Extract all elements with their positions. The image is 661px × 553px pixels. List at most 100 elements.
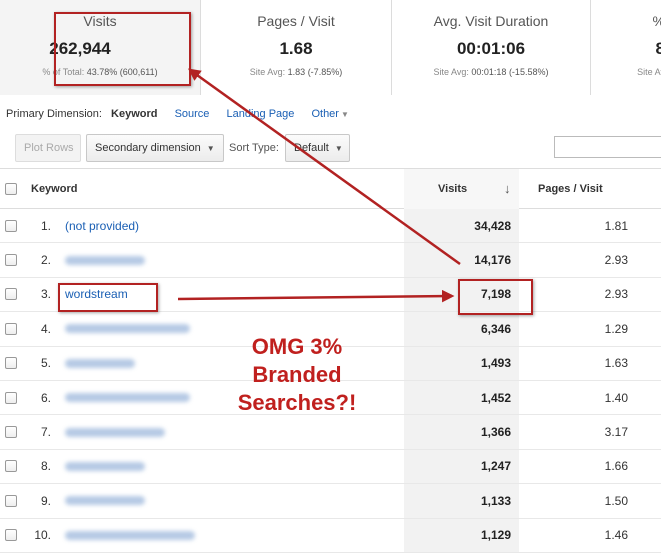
- blurred-keyword[interactable]: [65, 427, 165, 437]
- toolbar: Plot Rows Secondary dimension ▼ Sort Type…: [0, 131, 661, 167]
- keyword-link[interactable]: (not provided): [65, 219, 139, 233]
- pages-per-visit-cell: 1.29: [604, 321, 628, 336]
- visits-cell: 1,133: [404, 484, 519, 518]
- keyword-cell: [65, 450, 145, 483]
- row-number: 8.: [40, 459, 51, 474]
- metric-pages-per-visit[interactable]: Pages / Visit 1.68 Site Avg: 1.83 (-7.85…: [201, 0, 391, 95]
- sort-type-value: Default: [294, 142, 329, 154]
- blurred-keyword[interactable]: [65, 461, 145, 471]
- caret-down-icon: ▼: [334, 144, 343, 153]
- table-row: 2. 14,176 2.93: [0, 243, 661, 278]
- caret-down-icon: ▼: [206, 144, 215, 153]
- select-all-checkbox[interactable]: [5, 183, 17, 195]
- pages-per-visit-cell: 1.46: [604, 528, 628, 543]
- sort-type-dropdown[interactable]: Default ▼: [285, 134, 350, 162]
- blurred-keyword[interactable]: [65, 393, 190, 403]
- row-number: 6.: [40, 390, 51, 405]
- row-checkbox[interactable]: [5, 529, 17, 542]
- metric-value: 1.68: [279, 39, 313, 58]
- highlight-box-visits-value: [458, 279, 533, 315]
- dimension-keyword[interactable]: Keyword: [111, 108, 157, 120]
- row-checkbox[interactable]: [5, 391, 17, 404]
- row-checkbox-cell: [5, 415, 17, 448]
- metric-title: Avg. Visit Duration: [433, 13, 549, 29]
- primary-dimension-label: Primary Dimension:: [6, 108, 102, 120]
- row-number: 5.: [40, 356, 51, 371]
- dimension-other-dropdown[interactable]: Other ▼: [311, 108, 362, 120]
- row-checkbox[interactable]: [5, 357, 17, 370]
- pages-per-visit-cell: 1.66: [604, 459, 628, 474]
- row-checkbox-cell: [5, 484, 17, 517]
- header-visits-label: Visits: [438, 183, 468, 195]
- blurred-keyword[interactable]: [65, 530, 195, 540]
- blurred-keyword[interactable]: [65, 255, 145, 265]
- keyword-cell: [65, 312, 190, 345]
- visits-cell: 1,366: [404, 415, 519, 449]
- table-search-input[interactable]: [554, 136, 661, 158]
- row-checkbox-cell: [5, 243, 17, 276]
- row-number: 7.: [40, 425, 51, 440]
- pages-per-visit-cell: 1.50: [604, 493, 628, 508]
- pages-per-visit-cell: 1.63: [604, 356, 628, 371]
- row-checkbox[interactable]: [5, 460, 17, 473]
- table-row: 10. 1,129 1.46: [0, 518, 661, 553]
- visits-cell: 1,452: [404, 380, 519, 415]
- row-checkbox[interactable]: [5, 288, 17, 301]
- blurred-keyword[interactable]: [65, 358, 135, 368]
- visits-cell: 1,129: [404, 518, 519, 552]
- pages-per-visit-cell: 1.81: [604, 218, 628, 233]
- row-checkbox-cell: [5, 450, 17, 483]
- plot-rows-button[interactable]: Plot Rows: [15, 134, 81, 162]
- table-row: 1. (not provided) 34,428 1.81: [0, 209, 661, 244]
- keyword-cell: [65, 347, 135, 380]
- visits-cell: 6,346: [404, 312, 519, 346]
- row-number: 10.: [34, 528, 51, 543]
- keyword-cell: [65, 415, 165, 448]
- caret-down-icon: ▼: [340, 110, 349, 119]
- row-number: 1.: [40, 218, 51, 233]
- keyword-cell: [65, 519, 195, 552]
- metric-avg-visit-duration[interactable]: Avg. Visit Duration 00:01:06 Site Avg: 0…: [392, 0, 590, 95]
- highlight-box-visits: [54, 12, 191, 86]
- row-checkbox-cell: [5, 278, 17, 311]
- row-checkbox[interactable]: [5, 426, 17, 439]
- row-checkbox[interactable]: [5, 322, 17, 335]
- metric-title: Pages / Visit: [257, 13, 335, 29]
- dimension-landing-page-link[interactable]: Landing Page: [226, 108, 294, 120]
- blurred-keyword[interactable]: [65, 324, 190, 334]
- table-header: Keyword Visits ↓ Pages / Visit: [0, 168, 661, 209]
- table-row: 9. 1,133 1.50: [0, 484, 661, 519]
- table-row: 7. 1,366 3.17: [0, 415, 661, 450]
- row-checkbox[interactable]: [5, 219, 17, 232]
- keyword-cell: (not provided): [65, 209, 139, 242]
- header-pages-per-visit[interactable]: Pages / Visit: [538, 169, 603, 209]
- row-number: 4.: [40, 321, 51, 336]
- row-checkbox[interactable]: [5, 254, 17, 267]
- metric-partial[interactable]: % 8 Site Av: [591, 0, 661, 95]
- pages-per-visit-cell: 3.17: [604, 425, 628, 440]
- row-number: 2.: [40, 253, 51, 268]
- row-checkbox-cell: [5, 381, 17, 414]
- visits-cell: 1,493: [404, 346, 519, 380]
- header-visits[interactable]: Visits ↓: [404, 169, 519, 209]
- row-number: 9.: [40, 493, 51, 508]
- metric-value: 8: [655, 39, 661, 58]
- blurred-keyword[interactable]: [65, 496, 145, 506]
- secondary-dimension-label: Secondary dimension: [95, 142, 201, 154]
- annotation-text: OMG 3% Branded Searches?!: [237, 334, 357, 415]
- highlight-box-wordstream: [58, 283, 158, 312]
- header-keyword[interactable]: Keyword: [31, 169, 77, 209]
- pages-per-visit-cell: 2.93: [604, 287, 628, 302]
- primary-dimension-bar: Primary Dimension: Keyword Source Landin…: [6, 108, 377, 120]
- pages-per-visit-cell: 2.93: [604, 253, 628, 268]
- row-checkbox[interactable]: [5, 494, 17, 507]
- dimension-source-link[interactable]: Source: [175, 108, 210, 120]
- metric-sub: Site Avg: 1.83 (-7.85%): [249, 67, 343, 77]
- row-number: 3.: [40, 287, 51, 302]
- visits-cell: 1,247: [404, 449, 519, 484]
- metric-value: 00:01:06: [456, 39, 526, 58]
- keyword-cell: [65, 243, 145, 276]
- sort-desc-icon: ↓: [504, 181, 511, 196]
- secondary-dimension-dropdown[interactable]: Secondary dimension ▼: [86, 134, 224, 162]
- row-checkbox-cell: [5, 347, 17, 380]
